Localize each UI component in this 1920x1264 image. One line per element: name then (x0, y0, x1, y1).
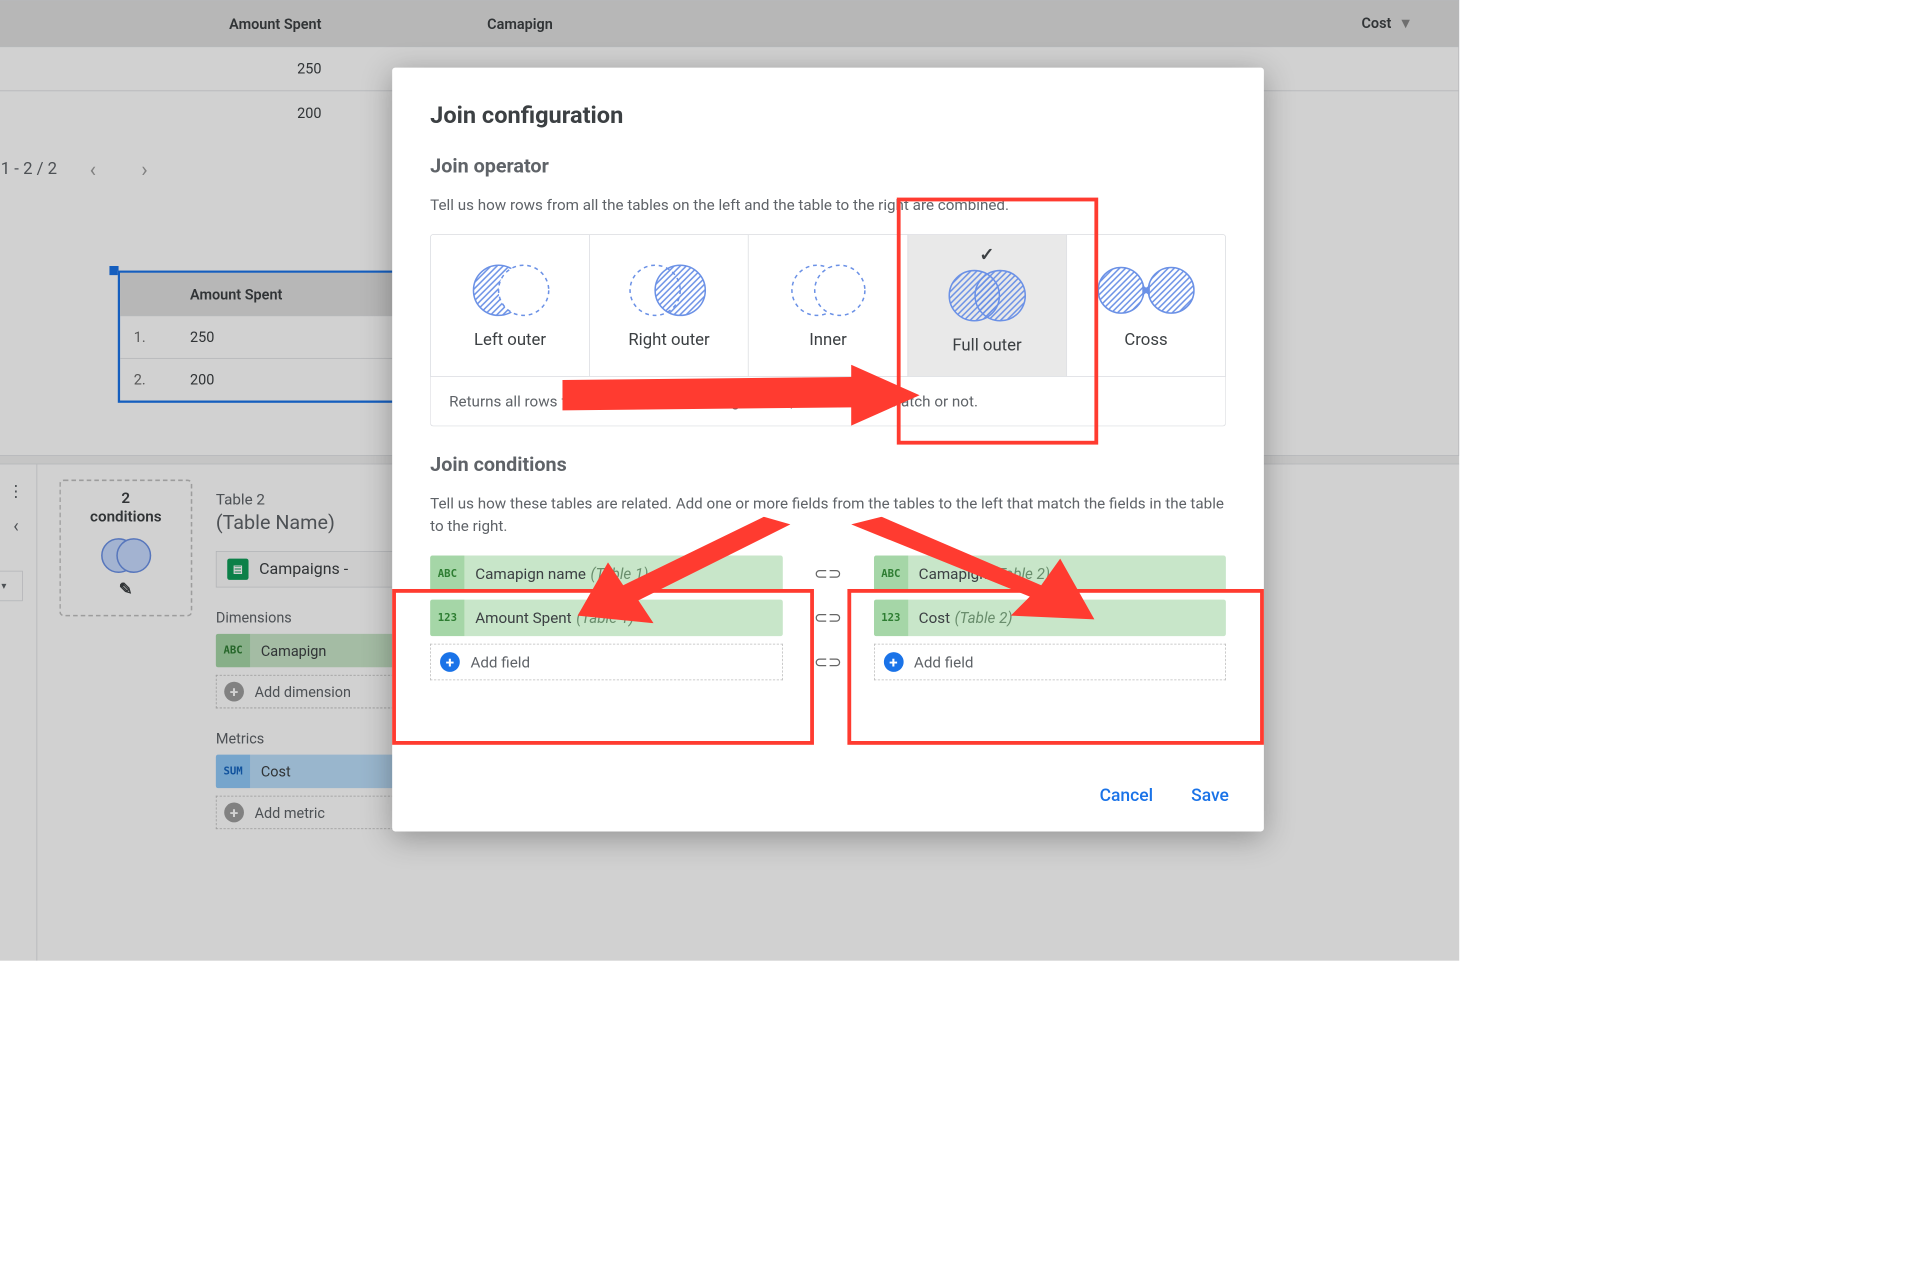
add-field-label: Add field (914, 653, 974, 671)
field-table: (Table 2) (955, 609, 1013, 627)
op-label: Right outer (628, 330, 709, 349)
op-label: Inner (809, 330, 847, 349)
add-field-label: Add field (470, 653, 530, 671)
add-field-button[interactable]: + Add field (430, 644, 782, 680)
op-inner[interactable]: Inner (748, 235, 907, 376)
check-icon: ✓ (979, 244, 994, 265)
save-button[interactable]: Save (1191, 785, 1229, 806)
join-field[interactable]: ABC Camapign name (Table 1) (430, 556, 782, 592)
conditions-heading: Join conditions (430, 454, 1226, 477)
op-cross[interactable]: Cross (1066, 235, 1225, 376)
join-field[interactable]: 123 Amount Spent (Table 1) (430, 600, 782, 636)
right-fields-column: ABC Camapign(Table 2) 123 Cost(Table 2) … (874, 556, 1226, 681)
link-icon: ⊂⊃ (805, 609, 851, 628)
join-field[interactable]: 123 Cost (Table 2) (874, 600, 1226, 636)
inner-icon (782, 262, 873, 318)
field-label: Cost (919, 609, 950, 627)
plus-icon: + (884, 652, 904, 672)
left-fields-column: ABC Camapign name (Table 1) 123 Amount Sp… (430, 556, 782, 681)
abc-icon: ABC (874, 556, 908, 592)
op-full-outer[interactable]: ✓ Full outer (907, 235, 1066, 376)
operator-options: Left outer Right outer Inner ✓ (430, 234, 1226, 377)
op-right-outer[interactable]: Right outer (589, 235, 748, 376)
abc-icon: ABC (430, 556, 464, 592)
field-label: Amount Spent (475, 609, 571, 627)
operator-help: Tell us how rows from all the tables on … (430, 193, 1226, 216)
field-label: Camapign (919, 565, 988, 583)
op-label: Left outer (474, 330, 546, 349)
add-field-button[interactable]: + Add field (874, 644, 1226, 680)
operator-description: Returns all rows from the left tables an… (430, 377, 1226, 426)
full-outer-icon (938, 267, 1037, 323)
op-label: Full outer (952, 336, 1021, 355)
op-label: Cross (1124, 330, 1167, 349)
num-icon: 123 (874, 600, 908, 636)
join-field[interactable]: ABC Camapign(Table 2) (874, 556, 1226, 592)
link-icon: ⊂⊃ (805, 653, 851, 672)
op-left-outer[interactable]: Left outer (431, 235, 589, 376)
field-table: (Table 1) (591, 565, 649, 583)
field-table: (Table 1) (576, 609, 634, 627)
join-config-modal: Join configuration Join operator Tell us… (392, 68, 1264, 832)
modal-title: Join configuration (430, 101, 1226, 129)
plus-icon: + (440, 652, 460, 672)
right-outer-icon (623, 262, 714, 318)
left-outer-icon (464, 262, 555, 318)
operator-heading: Join operator (430, 155, 1226, 178)
cross-icon (1089, 262, 1203, 318)
field-table: (Table 2) (992, 565, 1050, 583)
num-icon: 123 (430, 600, 464, 636)
conditions-help: Tell us how these tables are related. Ad… (430, 492, 1226, 538)
cancel-button[interactable]: Cancel (1100, 785, 1154, 806)
link-icon: ⊂⊃ (805, 565, 851, 584)
field-label: Camapign name (475, 565, 586, 583)
